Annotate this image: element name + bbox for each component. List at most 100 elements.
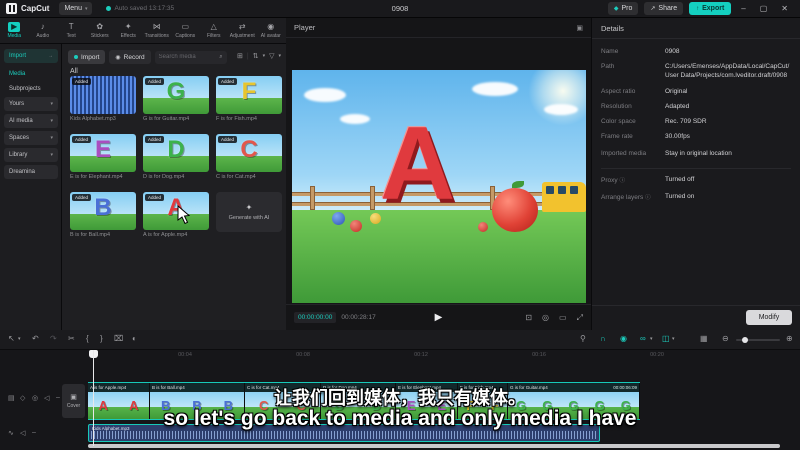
media-item-g-guitar[interactable]: Added G G is for Guitar.mp4: [143, 76, 209, 122]
preview-axis-icon[interactable]: ◫: [662, 335, 670, 343]
info-icon: ⓘ: [645, 195, 651, 201]
generate-with-ai-button[interactable]: ✦ Generate with AI: [216, 192, 282, 232]
mouse-cursor: [177, 205, 191, 225]
chevron-down-icon[interactable]: ▾: [672, 337, 675, 342]
zoom-out-icon[interactable]: ⊖: [722, 335, 729, 343]
media-thumbnail[interactable]: Added B: [70, 192, 136, 230]
sort-icon[interactable]: ⇅: [253, 52, 259, 60]
trim-left-icon[interactable]: {: [86, 335, 89, 343]
tab-stickers[interactable]: ✿ Stickers: [86, 22, 115, 39]
zoom-in-icon[interactable]: ⊕: [786, 335, 793, 343]
timeline-zoom-slider[interactable]: [736, 337, 780, 343]
details-panel: Details Name 0908 Path C:/Users/Emenses/Ap…: [592, 18, 800, 330]
media-item-f-fish[interactable]: Added F F is for Fish.mp4: [216, 76, 282, 122]
media-thumbnail[interactable]: Added G: [143, 76, 209, 114]
tab-audio[interactable]: ♪ Audio: [29, 22, 58, 39]
project-title: 0908: [391, 4, 409, 13]
tab-media[interactable]: ▶ Media: [0, 22, 29, 39]
video-preview[interactable]: A: [292, 70, 586, 303]
chevron-down-icon: ▾: [50, 152, 53, 158]
redo-icon[interactable]: ↷: [50, 335, 57, 343]
ruler-label: 00:04: [178, 352, 192, 358]
player-options-icon[interactable]: ▣: [576, 24, 583, 32]
ball-graphic: [350, 220, 362, 232]
stickers-icon: ✿: [96, 22, 104, 31]
link-icon[interactable]: ∞: [640, 335, 646, 343]
modify-button[interactable]: Modify: [746, 310, 792, 325]
media-item-b-ball[interactable]: Added B B is for Ball.mp4: [70, 192, 136, 238]
captions-icon: ▭: [181, 22, 190, 31]
trim-right-icon[interactable]: }: [100, 335, 103, 343]
media-thumbnail[interactable]: Added: [70, 76, 136, 114]
fullscreen-icon[interactable]: ⤢: [577, 313, 583, 323]
added-badge: Added: [72, 78, 92, 85]
sidebar-item-import[interactable]: Import →: [4, 49, 58, 63]
zoom-slider-knob[interactable]: [742, 337, 748, 343]
cloud-graphic: [544, 104, 578, 115]
cloud-graphic: [472, 82, 518, 96]
ball-graphic: [478, 222, 488, 232]
ball-graphic: [370, 213, 381, 224]
tab-adjustment[interactable]: ⇄ Adjustment: [228, 22, 257, 39]
all-filter-label[interactable]: All: [70, 68, 78, 75]
ratio-icon[interactable]: ▭: [559, 313, 567, 323]
player-title: Player: [294, 23, 316, 32]
grid-view-icon[interactable]: ⊞: [237, 52, 243, 60]
snapshot-icon[interactable]: ⊡: [525, 313, 532, 323]
sidebar-item-library[interactable]: Library ▾: [4, 148, 58, 162]
tab-text[interactable]: T Text: [57, 22, 86, 39]
detail-value: 30.00fps: [665, 133, 690, 140]
fence-post-graphic: [370, 186, 375, 210]
filter-icon[interactable]: ▽: [269, 52, 274, 60]
record-button[interactable]: ◉ Record: [109, 50, 151, 64]
subtitle-english: so let's go back to media and only media…: [163, 407, 637, 430]
tab-effects[interactable]: ✦ Effects: [114, 22, 143, 39]
chevron-down-icon[interactable]: ▾: [18, 337, 21, 342]
chevron-down-icon[interactable]: ▾: [650, 337, 653, 342]
media-thumbnail[interactable]: Added D: [143, 134, 209, 172]
sidebar-item-yours[interactable]: Yours ▾: [4, 97, 58, 111]
detail-label: Name: [601, 48, 619, 55]
import-button[interactable]: Import: [68, 50, 106, 64]
chevron-down-icon: ▾: [278, 53, 281, 59]
ball-graphic: [332, 212, 345, 225]
media-thumbnail[interactable]: Added C: [216, 134, 282, 172]
frame-preview-icon[interactable]: ▦: [700, 335, 708, 343]
media-icon: ▶: [8, 22, 21, 32]
chevron-down-icon: ▾: [50, 118, 53, 124]
auto-snap-icon[interactable]: ◉: [620, 335, 627, 343]
horizontal-scrollbar[interactable]: [88, 444, 780, 448]
media-thumbnail[interactable]: Added E: [70, 134, 136, 172]
split-icon[interactable]: ✂: [68, 335, 75, 343]
sidebar-item-dreamina[interactable]: Dreamina: [4, 165, 58, 179]
media-thumbnail[interactable]: Added F: [216, 76, 282, 114]
transitions-icon: ⋈: [152, 22, 161, 31]
media-item-e-elephant[interactable]: Added E E is for Elephant.mp4: [70, 134, 136, 180]
sidebar-item-subprojects[interactable]: Subprojects: [4, 82, 58, 96]
sidebar-item-media[interactable]: Media: [4, 67, 58, 81]
search-box[interactable]: ⌕: [154, 50, 227, 64]
media-item-kids-alphabet[interactable]: Added Kids Alphabet.mp3: [70, 76, 136, 122]
voiceover-mic-icon[interactable]: ⚲: [580, 335, 586, 343]
delete-icon[interactable]: ⌧: [114, 335, 123, 343]
mirror-icon[interactable]: ◐: [132, 335, 137, 343]
tab-captions[interactable]: ▭ Captions: [171, 22, 200, 39]
tab-transitions[interactable]: ⋈ Transitions: [143, 22, 172, 39]
divider: |: [246, 52, 249, 60]
apple-graphic: [492, 181, 538, 232]
undo-icon[interactable]: ↶: [32, 335, 39, 343]
tab-ai-avatar[interactable]: ◉ AI avatar: [257, 22, 286, 39]
chevron-down-icon: ▾: [50, 101, 53, 107]
magnet-icon[interactable]: ∩: [600, 335, 606, 343]
select-tool-icon[interactable]: ↖: [8, 335, 15, 343]
media-item-c-cat[interactable]: Added C C is for Cat.mp4: [216, 134, 282, 180]
play-button[interactable]: ▶: [435, 312, 443, 323]
tab-filters[interactable]: △ Filters: [200, 22, 229, 39]
ruler-label: 00:12: [414, 352, 428, 358]
sidebar-item-ai-media[interactable]: AI media ▾: [4, 114, 58, 128]
search-input[interactable]: [158, 54, 220, 60]
zoom-fit-icon[interactable]: ◎: [542, 313, 549, 323]
sidebar-item-spaces[interactable]: Spaces ▾: [4, 131, 58, 145]
sparkle-icon: ✦: [245, 203, 253, 212]
media-item-d-dog[interactable]: Added D D is for Dog.mp4: [143, 134, 209, 180]
